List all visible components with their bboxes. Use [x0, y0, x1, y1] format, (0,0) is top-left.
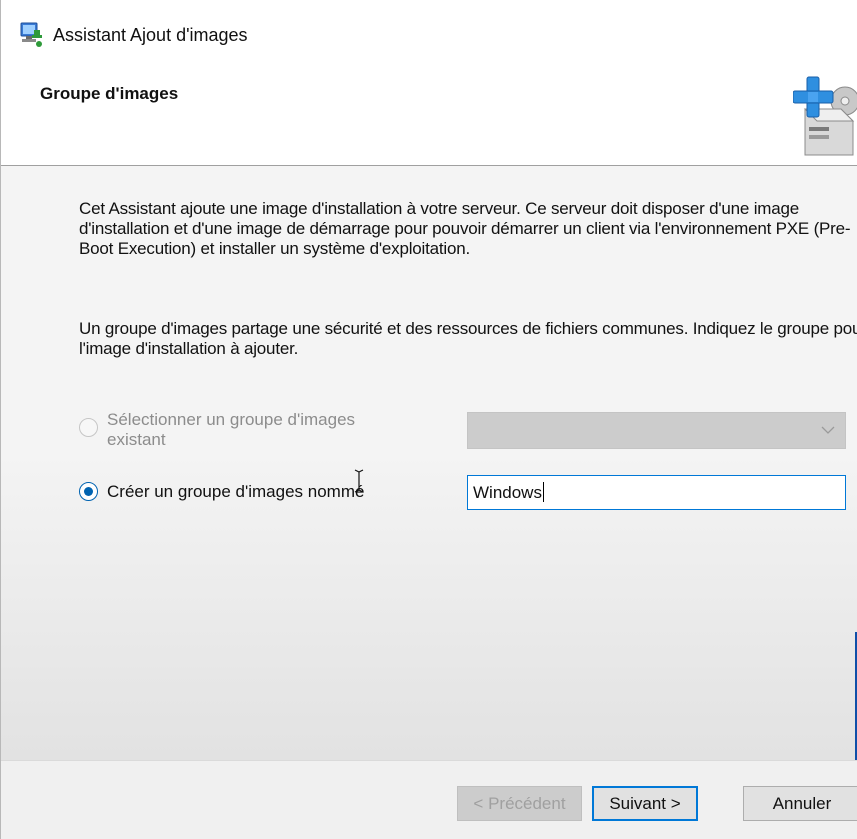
cancel-button[interactable]: Annuler [743, 786, 857, 821]
window-title: Assistant Ajout d'images [53, 25, 248, 45]
add-image-disk-icon [793, 76, 857, 156]
existing-group-label[interactable]: Sélectionner un groupe d'images existant [107, 410, 407, 450]
existing-group-combo[interactable] [467, 412, 846, 449]
intro-text: Cet Assistant ajoute une image d'install… [79, 199, 851, 258]
page-title: Groupe d'images [40, 84, 179, 103]
group-description-text: Un groupe d'images partage une sécurité … [79, 319, 857, 358]
previous-button[interactable]: < Précédent [457, 786, 582, 821]
next-button[interactable]: Suivant > [592, 786, 698, 821]
new-group-radio[interactable] [79, 482, 98, 501]
wizard-footer: < Précédent Suivant > Annuler [1, 760, 857, 839]
wizard-content: Cet Assistant ajoute une image d'install… [1, 166, 857, 760]
wds-server-icon [20, 22, 42, 47]
group-name-input[interactable]: Windows [467, 475, 846, 510]
wizard-window: Assistant Ajout d'images Groupe d'images… [0, 0, 857, 839]
existing-group-radio[interactable] [79, 418, 98, 437]
text-caret [542, 482, 544, 502]
new-group-label[interactable]: Créer un groupe d'images nommé [107, 482, 364, 502]
group-name-value: Windows [473, 483, 542, 502]
wizard-header: Groupe d'images [1, 66, 857, 166]
text-cursor-icon [354, 469, 364, 493]
chevron-down-icon [821, 426, 835, 434]
title-bar[interactable]: Assistant Ajout d'images [1, 0, 857, 66]
